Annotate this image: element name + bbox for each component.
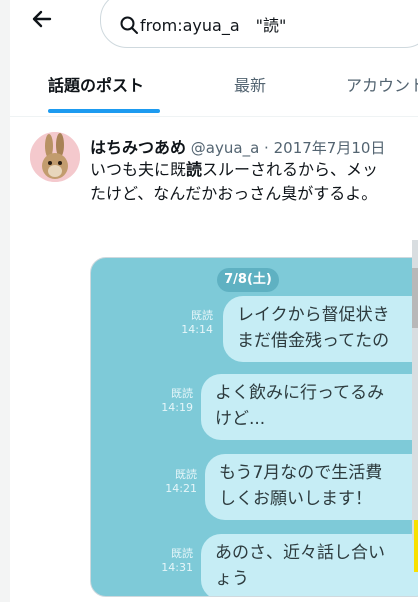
scrollbar-thumb[interactable] — [412, 268, 418, 328]
post-text-line2: たけど、なんだかおっさん臭がするよ。 — [90, 184, 378, 203]
user-handle[interactable]: @ayua_a — [191, 139, 259, 157]
message-read-status: 既読 14:21 — [165, 468, 197, 495]
chat-message-bubble: もう7月なので生活費 しくお願いします！ — [205, 454, 418, 520]
avatar[interactable] — [30, 132, 80, 182]
active-tab-indicator — [48, 109, 160, 113]
search-icon — [120, 16, 138, 34]
meta-separator: · — [264, 139, 269, 157]
chat-message-bubble: あのさ、近々話し合い ょう — [201, 534, 418, 596]
post-header: はちみつあめ @ayua_a · 2017年7月10日 — [90, 134, 385, 158]
post-date[interactable]: 2017年7月10日 — [274, 139, 386, 157]
post-text: いつも夫に既読スルーされるから、メッ たけど、なんだかおっさん臭がするよ。 — [90, 158, 418, 206]
tab-latest[interactable]: 最新 — [234, 72, 266, 96]
message-read-status: 既読 14:14 — [181, 309, 213, 336]
image-edge-marker — [414, 520, 418, 572]
search-input[interactable] — [140, 12, 410, 36]
back-button[interactable] — [28, 4, 58, 34]
left-gutter — [0, 0, 10, 602]
tab-top-posts[interactable]: 話題のポスト — [48, 72, 144, 96]
arrow-left-icon — [32, 10, 52, 28]
message-read-status: 既読 14:31 — [161, 547, 193, 574]
chat-message-bubble: レイクから督促状き まだ借金残ってたの — [223, 296, 418, 362]
tab-bar: 話題のポスト 最新 アカウント — [10, 58, 418, 117]
display-name[interactable]: はちみつあめ — [90, 138, 186, 157]
message-read-status: 既読 14:19 — [161, 387, 193, 414]
post-card[interactable]: はちみつあめ @ayua_a · 2017年7月10日 いつも夫に既読スルーされ… — [10, 116, 418, 602]
chat-message-bubble: よく飲みに行ってるみ けど... — [201, 374, 418, 440]
chat-date-chip: 7/8(土) — [217, 268, 279, 292]
post-text-line1-end: スルーされるから、メッ — [202, 160, 379, 179]
chat-screenshot-image[interactable]: 7/8(土) 既読 14:14 レイクから督促状き まだ借金残ってたの 既読 14:… — [90, 257, 418, 597]
rabbit-avatar-icon — [30, 132, 80, 182]
highlighted-keyword: 読 — [186, 160, 203, 179]
post-text-line1-start: いつも夫に既 — [90, 160, 187, 179]
tab-accounts[interactable]: アカウント — [346, 72, 418, 96]
